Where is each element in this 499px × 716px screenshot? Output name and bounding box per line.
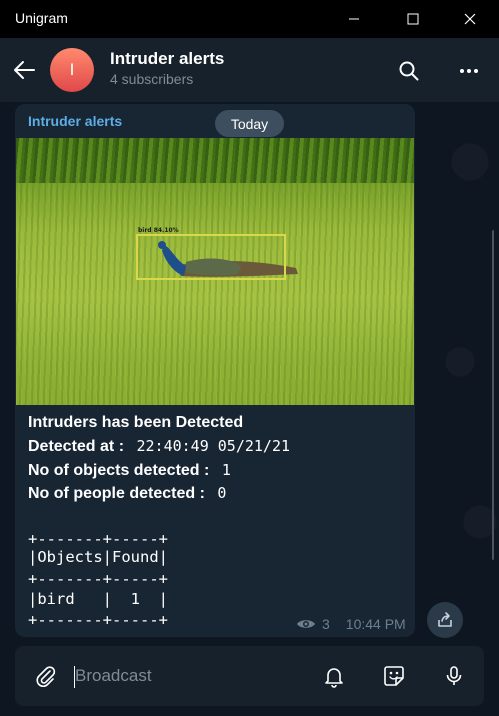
message-time: 10:44 PM [345, 616, 406, 632]
broadcast-input[interactable] [75, 664, 305, 688]
table-line: +-------+-----+ [28, 530, 168, 548]
close-icon [464, 13, 476, 25]
eye-icon [297, 620, 315, 628]
attach-button[interactable] [33, 663, 59, 689]
message-photo[interactable]: bird 84.10% [16, 138, 414, 405]
message-composer [15, 646, 484, 706]
sticker-button[interactable] [380, 662, 408, 690]
app-title: Unigram [15, 10, 68, 26]
microphone-icon [446, 666, 462, 685]
maximize-icon [407, 13, 419, 25]
people-detected-value: 0 [217, 484, 227, 502]
close-button[interactable] [447, 4, 493, 34]
attach-icon [36, 666, 56, 687]
detected-at-label: Detected at : [28, 438, 125, 455]
table-line: |Objects|Found| [28, 548, 168, 566]
more-button[interactable] [456, 58, 482, 84]
more-dots-icon [460, 69, 478, 73]
share-button[interactable] [427, 602, 463, 638]
sticker-icon [384, 666, 404, 686]
bell-icon [325, 668, 343, 688]
channel-subscribers: 4 subscribers [110, 71, 194, 87]
search-icon [399, 61, 419, 81]
objects-detected-label: No of objects detected : [28, 462, 210, 479]
share-icon [438, 612, 452, 627]
detection-box [136, 234, 286, 280]
chat-scrollbar[interactable] [492, 230, 494, 560]
view-count: 3 [322, 616, 330, 632]
message-line-3: No of objects detected : 1 [28, 461, 231, 480]
window-titlebar: Unigram [0, 0, 499, 38]
objects-detected-value: 1 [221, 461, 231, 479]
message-line-1: Intruders has been Detected [28, 414, 244, 431]
date-pill: Today [215, 110, 284, 137]
table-line: +-------+-----+ [28, 611, 168, 629]
message-author[interactable]: Intruder alerts [28, 113, 122, 129]
back-button[interactable] [12, 57, 40, 83]
maximize-button[interactable] [390, 4, 436, 34]
message-line-4: No of people detected : 0 [28, 484, 226, 503]
channel-avatar[interactable]: I [50, 48, 94, 92]
channel-title[interactable]: Intruder alerts [110, 49, 224, 69]
voice-button[interactable] [440, 662, 468, 690]
detected-at-value: 22:40:49 05/21/21 [136, 437, 291, 455]
back-arrow-icon [14, 61, 35, 79]
people-detected-label: No of people detected : [28, 485, 205, 502]
message-line-2: Detected at : 22:40:49 05/21/21 [28, 437, 290, 456]
minimize-icon [349, 18, 359, 20]
table-line: |bird | 1 | [28, 590, 168, 608]
minimize-button[interactable] [331, 4, 377, 34]
detection-label: bird 84.10% [138, 227, 179, 234]
table-line: +-------+-----+ [28, 570, 168, 588]
chat-header: I Intruder alerts 4 subscribers [0, 38, 499, 102]
notifications-button[interactable] [320, 662, 348, 690]
search-button[interactable] [396, 58, 422, 84]
message-meta: 3 10:44 PM [296, 614, 406, 634]
